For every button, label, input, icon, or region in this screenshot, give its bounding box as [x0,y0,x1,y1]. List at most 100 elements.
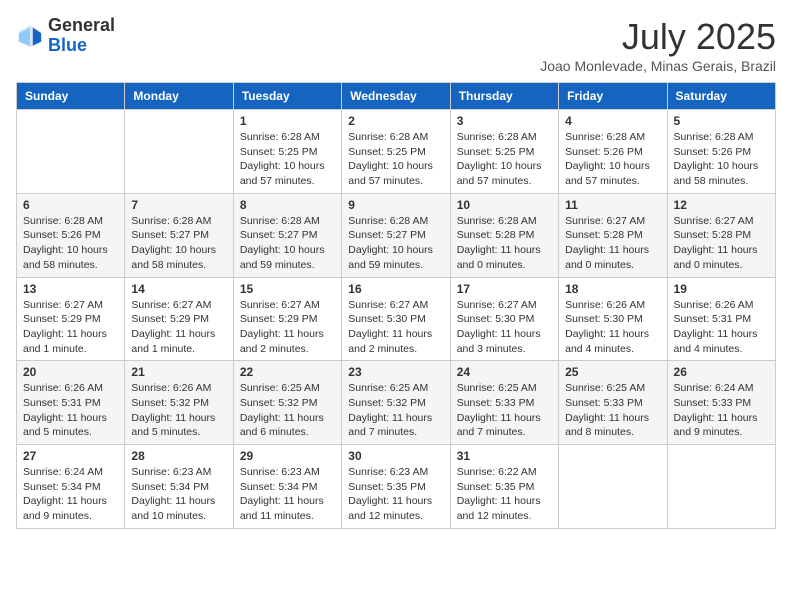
calendar-day-cell: 3Sunrise: 6:28 AMSunset: 5:25 PMDaylight… [450,110,558,194]
calendar-week-row: 20 Sunrise: 6:26 AMSunset: 5:31 PMDayligh… [17,361,776,445]
calendar-day-cell: 29Sunrise: 6:23 AMSunset: 5:34 PMDayligh… [233,445,341,529]
calendar-day-cell: 6 Sunrise: 6:28 AMSunset: 5:26 PMDaylight… [17,193,125,277]
month-title: July 2025 [540,16,776,58]
calendar-day-cell: 8Sunrise: 6:28 AMSunset: 5:27 PMDaylight… [233,193,341,277]
calendar-day-cell: 17 Sunrise: 6:27 AMSunset: 5:30 PMDayligh… [450,277,558,361]
calendar-day-cell: 30 Sunrise: 6:23 AMSunset: 5:35 PMDayligh… [342,445,450,529]
day-number: 4 [565,114,660,128]
day-number: 20 [23,365,118,379]
logo-icon [16,22,44,50]
weekday-header: Wednesday [342,83,450,110]
day-info: Sunrise: 6:25 AMSunset: 5:33 PMDaylight:… [565,381,660,440]
calendar-day-cell: 20 Sunrise: 6:26 AMSunset: 5:31 PMDayligh… [17,361,125,445]
calendar-day-cell: 1 Sunrise: 6:28 AMSunset: 5:25 PMDaylight… [233,110,341,194]
location: Joao Monlevade, Minas Gerais, Brazil [540,58,776,74]
day-info: Sunrise: 6:27 AMSunset: 5:28 PMDaylight:… [674,214,769,273]
page-header: General Blue July 2025 Joao Monlevade, M… [16,16,776,74]
calendar-header-row: SundayMondayTuesdayWednesdayThursdayFrid… [17,83,776,110]
day-number: 25 [565,365,660,379]
day-info: Sunrise: 6:27 AMSunset: 5:29 PMDaylight:… [23,298,118,357]
day-info: Sunrise: 6:27 AMSunset: 5:29 PMDaylight:… [131,298,226,357]
day-number: 21 [131,365,226,379]
calendar-day-cell: 15 Sunrise: 6:27 AMSunset: 5:29 PMDayligh… [233,277,341,361]
day-info: Sunrise: 6:26 AMSunset: 5:30 PMDaylight:… [565,298,660,357]
day-number: 31 [457,449,552,463]
day-number: 24 [457,365,552,379]
title-block: July 2025 Joao Monlevade, Minas Gerais, … [540,16,776,74]
day-info: Sunrise: 6:27 AMSunset: 5:30 PMDaylight:… [457,298,552,357]
day-number: 12 [674,198,769,212]
day-info: Sunrise: 6:27 AMSunset: 5:29 PMDaylight:… [240,298,335,357]
day-number: 1 [240,114,335,128]
day-info: Sunrise: 6:24 AMSunset: 5:33 PMDaylight:… [674,381,769,440]
day-number: 9 [348,198,443,212]
calendar-day-cell: 7 Sunrise: 6:28 AMSunset: 5:27 PMDaylight… [125,193,233,277]
calendar-day-cell [667,445,775,529]
calendar-day-cell: 27 Sunrise: 6:24 AMSunset: 5:34 PMDayligh… [17,445,125,529]
calendar-week-row: 27 Sunrise: 6:24 AMSunset: 5:34 PMDayligh… [17,445,776,529]
calendar-day-cell: 25 Sunrise: 6:25 AMSunset: 5:33 PMDayligh… [559,361,667,445]
day-number: 18 [565,282,660,296]
day-number: 6 [23,198,118,212]
calendar-week-row: 13 Sunrise: 6:27 AMSunset: 5:29 PMDayligh… [17,277,776,361]
logo: General Blue [16,16,115,56]
day-info: Sunrise: 6:25 AMSunset: 5:32 PMDaylight:… [240,381,335,440]
day-number: 23 [348,365,443,379]
day-info: Sunrise: 6:26 AMSunset: 5:32 PMDaylight:… [131,381,226,440]
day-info: Sunrise: 6:28 AMSunset: 5:27 PMDaylight:… [131,214,226,273]
day-number: 10 [457,198,552,212]
day-number: 2 [348,114,443,128]
day-number: 16 [348,282,443,296]
day-info: Sunrise: 6:28 AMSunset: 5:26 PMDaylight:… [565,130,660,189]
calendar-day-cell: 12 Sunrise: 6:27 AMSunset: 5:28 PMDayligh… [667,193,775,277]
day-number: 29 [240,449,335,463]
day-info: Sunrise: 6:23 AMSunset: 5:34 PMDaylight:… [131,465,226,524]
day-number: 11 [565,198,660,212]
day-number: 26 [674,365,769,379]
calendar-day-cell: 19Sunrise: 6:26 AMSunset: 5:31 PMDayligh… [667,277,775,361]
weekday-header: Friday [559,83,667,110]
calendar-day-cell: 13 Sunrise: 6:27 AMSunset: 5:29 PMDayligh… [17,277,125,361]
calendar-day-cell: 22Sunrise: 6:25 AMSunset: 5:32 PMDayligh… [233,361,341,445]
weekday-header: Sunday [17,83,125,110]
day-number: 28 [131,449,226,463]
day-info: Sunrise: 6:28 AMSunset: 5:27 PMDaylight:… [240,214,335,273]
calendar-week-row: 6 Sunrise: 6:28 AMSunset: 5:26 PMDaylight… [17,193,776,277]
calendar-day-cell: 11 Sunrise: 6:27 AMSunset: 5:28 PMDayligh… [559,193,667,277]
weekday-header: Monday [125,83,233,110]
calendar-day-cell: 5 Sunrise: 6:28 AMSunset: 5:26 PMDaylight… [667,110,775,194]
day-info: Sunrise: 6:26 AMSunset: 5:31 PMDaylight:… [23,381,118,440]
calendar-day-cell: 18 Sunrise: 6:26 AMSunset: 5:30 PMDayligh… [559,277,667,361]
calendar-day-cell: 9 Sunrise: 6:28 AMSunset: 5:27 PMDaylight… [342,193,450,277]
day-info: Sunrise: 6:28 AMSunset: 5:25 PMDaylight:… [240,130,335,189]
weekday-header: Thursday [450,83,558,110]
calendar-day-cell: 28 Sunrise: 6:23 AMSunset: 5:34 PMDayligh… [125,445,233,529]
day-info: Sunrise: 6:23 AMSunset: 5:35 PMDaylight:… [348,465,443,524]
day-info: Sunrise: 6:27 AMSunset: 5:28 PMDaylight:… [565,214,660,273]
day-number: 27 [23,449,118,463]
day-info: Sunrise: 6:24 AMSunset: 5:34 PMDaylight:… [23,465,118,524]
day-number: 13 [23,282,118,296]
day-number: 30 [348,449,443,463]
day-number: 5 [674,114,769,128]
calendar-day-cell: 26 Sunrise: 6:24 AMSunset: 5:33 PMDayligh… [667,361,775,445]
day-info: Sunrise: 6:25 AMSunset: 5:32 PMDaylight:… [348,381,443,440]
calendar-table: SundayMondayTuesdayWednesdayThursdayFrid… [16,82,776,529]
calendar-day-cell: 2Sunrise: 6:28 AMSunset: 5:25 PMDaylight… [342,110,450,194]
day-number: 17 [457,282,552,296]
weekday-header: Saturday [667,83,775,110]
day-info: Sunrise: 6:27 AMSunset: 5:30 PMDaylight:… [348,298,443,357]
day-number: 7 [131,198,226,212]
calendar-day-cell: 10 Sunrise: 6:28 AMSunset: 5:28 PMDayligh… [450,193,558,277]
day-info: Sunrise: 6:28 AMSunset: 5:27 PMDaylight:… [348,214,443,273]
day-info: Sunrise: 6:28 AMSunset: 5:28 PMDaylight:… [457,214,552,273]
day-info: Sunrise: 6:22 AMSunset: 5:35 PMDaylight:… [457,465,552,524]
logo-text: General Blue [48,16,115,56]
calendar-day-cell: 31 Sunrise: 6:22 AMSunset: 5:35 PMDayligh… [450,445,558,529]
day-info: Sunrise: 6:28 AMSunset: 5:26 PMDaylight:… [674,130,769,189]
day-number: 15 [240,282,335,296]
calendar-day-cell: 24Sunrise: 6:25 AMSunset: 5:33 PMDayligh… [450,361,558,445]
calendar-day-cell: 16 Sunrise: 6:27 AMSunset: 5:30 PMDayligh… [342,277,450,361]
day-info: Sunrise: 6:28 AMSunset: 5:26 PMDaylight:… [23,214,118,273]
day-info: Sunrise: 6:26 AMSunset: 5:31 PMDaylight:… [674,298,769,357]
